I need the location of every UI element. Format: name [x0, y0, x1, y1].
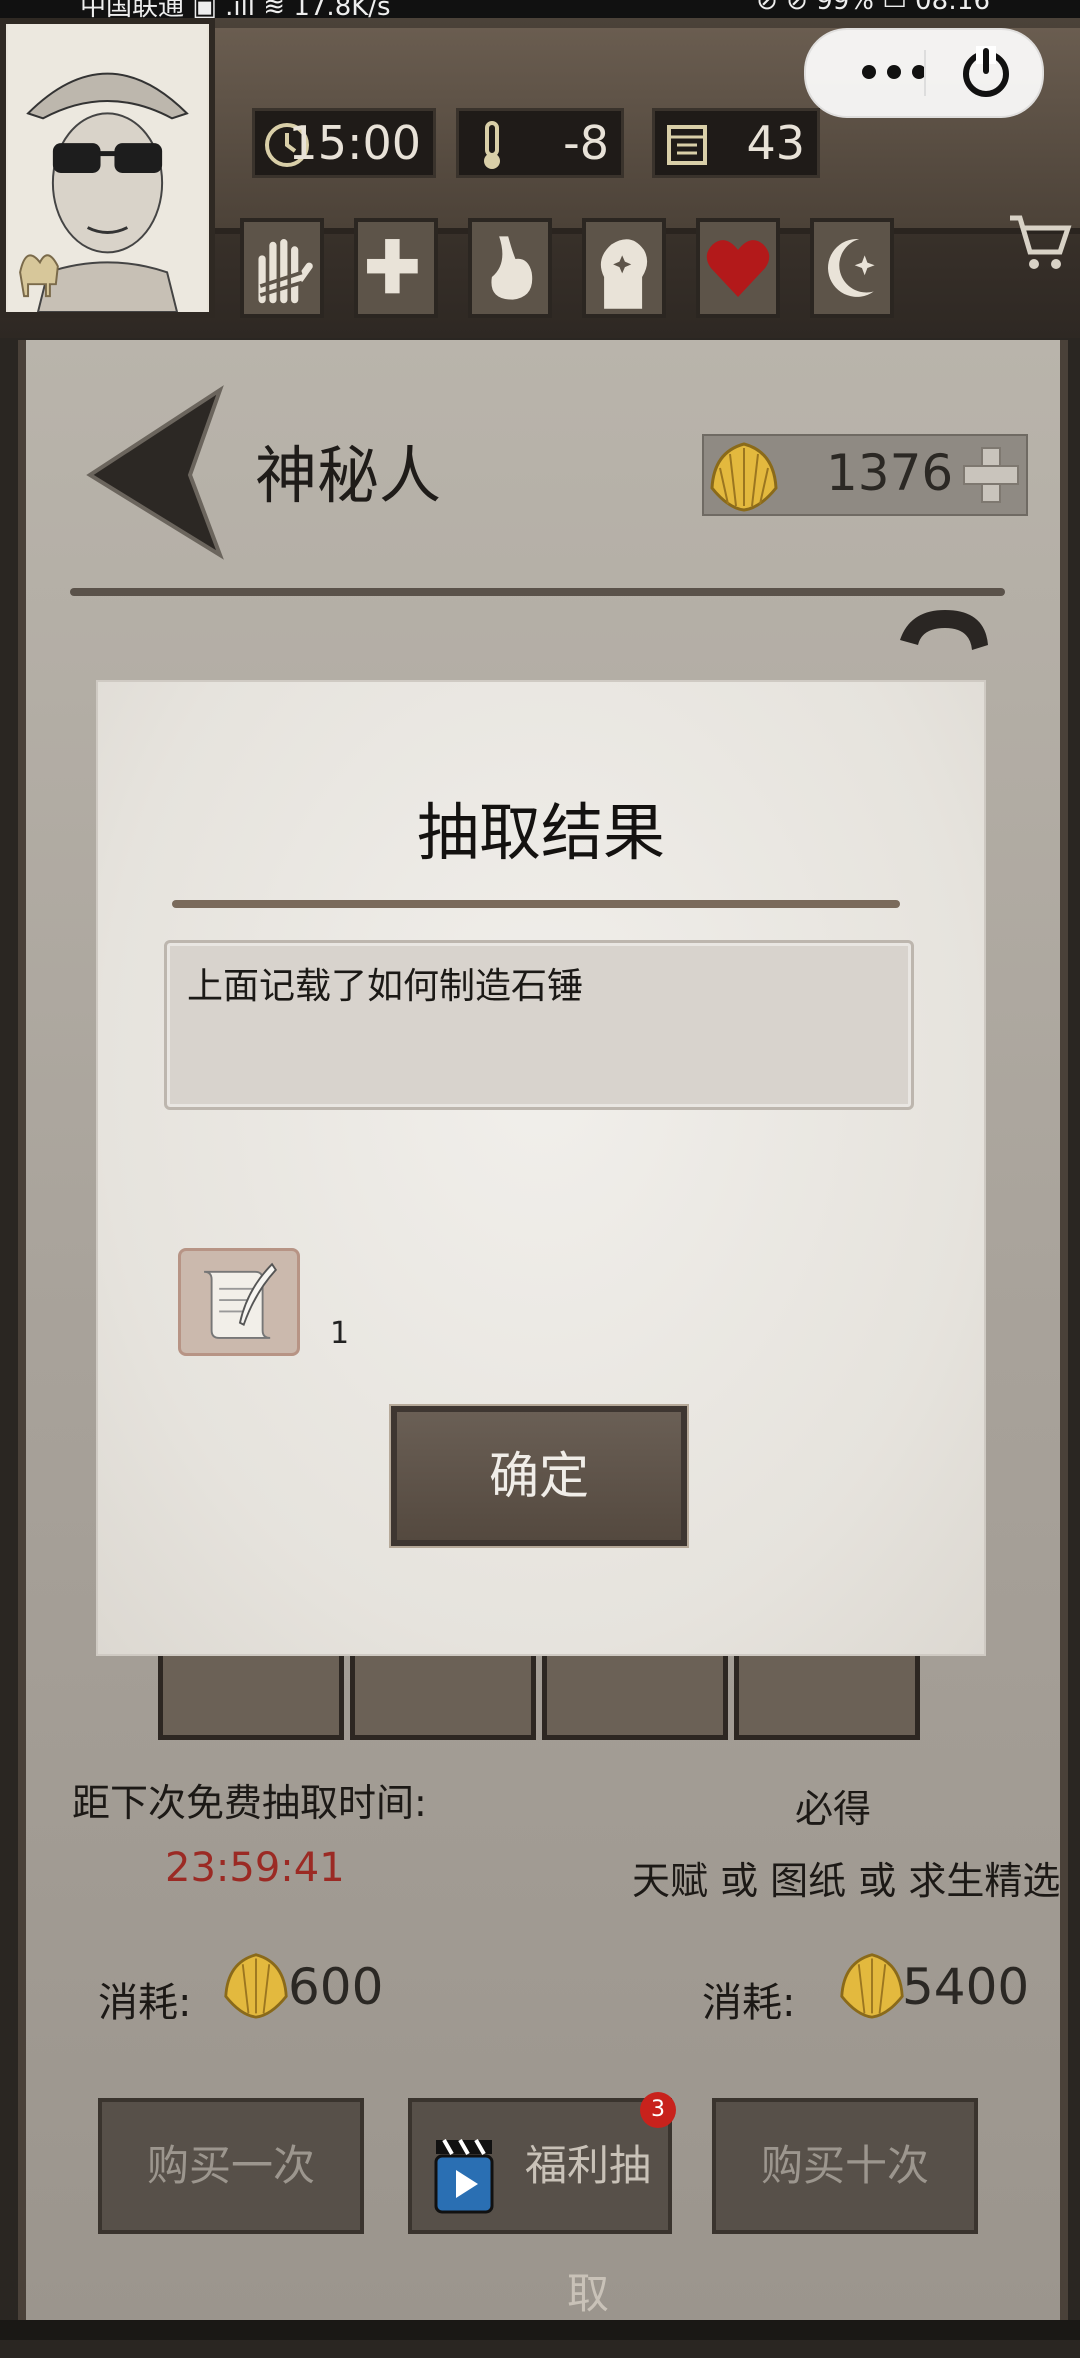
reward-item-slot[interactable] [178, 1248, 300, 1356]
draw-result-dialog: 抽取结果 上面记载了如何制造石锤 1 确定 [98, 682, 984, 1654]
header-divider [70, 588, 1005, 596]
guaranteed-label: 必得 [795, 1787, 872, 1831]
result-description-box: 上面记载了如何制造石锤 [164, 940, 914, 1110]
prize-card-4 [734, 1640, 920, 1740]
ten-cost-value: 5400 [902, 1958, 1030, 2016]
time-stat: 15:00 [252, 108, 436, 178]
ten-cost-shell-icon [840, 1953, 904, 2019]
result-description: 上面记载了如何制造石锤 [187, 966, 584, 1007]
day-stat: 43 [652, 108, 820, 178]
shell-icon [710, 442, 778, 512]
welfare-count-badge: 3 [640, 2092, 676, 2128]
buy-once-button[interactable]: 购买一次 [98, 2098, 364, 2234]
buy-ten-button[interactable]: 购买十次 [712, 2098, 978, 2234]
scroll-quill-icon [204, 1262, 278, 1339]
hand-icon [258, 239, 313, 304]
ten-cost-label: 消耗: [702, 1980, 796, 2026]
moon-icon [828, 238, 875, 297]
confirm-button[interactable]: 确定 [391, 1406, 687, 1546]
welfare-draw-button[interactable]: 福利抽取 [408, 2098, 672, 2318]
time-value: 15:00 [288, 116, 421, 170]
back-arrow-icon[interactable] [70, 380, 240, 560]
calendar-icon [667, 125, 707, 165]
temperature-stat: -8 [456, 108, 624, 178]
portrait-sketch-icon [8, 24, 207, 313]
page-title: 神秘人 [255, 439, 442, 512]
more-icon[interactable] [834, 52, 954, 92]
dialog-title: 抽取结果 [416, 796, 665, 869]
free-draw-timer: 23:59:41 [165, 1845, 345, 1891]
heart-icon [706, 240, 770, 297]
add-currency-icon[interactable] [958, 442, 1024, 508]
status-mind-slot[interactable] [582, 218, 666, 318]
reward-count: 1 [330, 1316, 350, 1351]
guaranteed-items: 天赋 或 图纸 或 求生精选 [632, 1859, 1061, 1903]
status-health-slot[interactable] [354, 218, 438, 318]
single-cost-label: 消耗: [98, 1980, 192, 2026]
temperature-value: -8 [563, 116, 609, 170]
shell-currency: 1376 [702, 434, 1028, 516]
prize-card-1 [158, 1640, 344, 1740]
thermometer-icon [484, 121, 500, 169]
prize-card-2 [350, 1640, 536, 1740]
player-portrait[interactable] [0, 18, 215, 318]
video-clapper-icon [434, 2139, 494, 2214]
cross-icon [367, 239, 418, 294]
power-icon[interactable] [946, 42, 1026, 102]
stomach-icon [491, 236, 533, 300]
status-heart-slot[interactable] [696, 218, 780, 318]
capsule-separator [924, 50, 926, 96]
status-hunger-slot[interactable] [468, 218, 552, 318]
bottom-edge [0, 2320, 1080, 2340]
prize-card-3 [542, 1640, 728, 1740]
cart-icon[interactable] [1004, 206, 1074, 276]
free-draw-label: 距下次免费抽取时间: [72, 1781, 427, 1825]
status-hand-slot[interactable] [240, 218, 324, 318]
status-sleep-slot[interactable] [810, 218, 894, 318]
day-value: 43 [746, 116, 805, 170]
head-icon [600, 239, 648, 309]
status-bar-right: ⊘ ⊘ 99% ▭ 08:16 [756, 0, 990, 16]
currency-amount: 1376 [826, 444, 954, 502]
single-cost-value: 600 [288, 1958, 384, 2016]
mini-program-capsule [804, 28, 1044, 118]
status-bar: 中国联通 ▣ .ıll ≋ 17.8K/s ⊘ ⊘ 99% ▭ 08:16 [0, 0, 1080, 18]
dialog-divider [172, 900, 900, 908]
status-bar-left: 中国联通 ▣ .ıll ≋ 17.8K/s [80, 0, 391, 18]
single-cost-shell-icon [224, 1953, 288, 2019]
